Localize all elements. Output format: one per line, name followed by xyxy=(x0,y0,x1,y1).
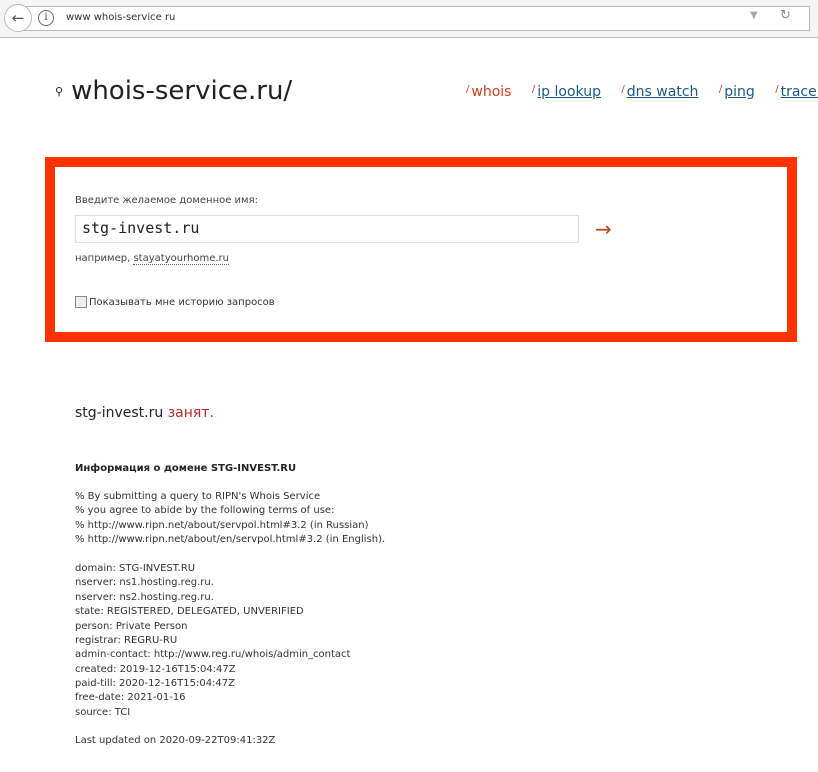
whois-output: % By submitting a query to RIPN's Whois … xyxy=(75,490,385,720)
whois-line: % http://www.ripn.net/about/en/servpol.h… xyxy=(75,534,386,546)
main-nav: / whois / ip lookup / dns watch / ping / trac… xyxy=(466,84,818,100)
browser-toolbar: ← i www whois-service ru ▼ ↻ xyxy=(0,0,818,38)
whois-line xyxy=(75,548,385,562)
whois-line: nserver: ns2.hosting.reg.ru. xyxy=(75,591,214,603)
whois-line: state: REGISTERED, DELEGATED, UNVERIFIED xyxy=(75,606,304,618)
whois-line: nserver: ns1.hosting.reg.ru. xyxy=(75,577,214,589)
info-icon[interactable]: i xyxy=(38,10,54,26)
submit-arrow-button[interactable]: → xyxy=(595,217,612,241)
whois-line: free-date: 2021-01-16 xyxy=(75,692,186,704)
logo-text: whois-service.ru/ xyxy=(71,76,293,106)
history-checkbox[interactable]: Показывать мне историю запросов xyxy=(75,296,275,308)
whois-line: % By submitting a query to RIPN's Whois … xyxy=(75,491,321,502)
whois-line: created: 2019-12-16T15:04:47Z xyxy=(75,663,236,675)
example-text: например, stayatyourhome.ru xyxy=(75,253,229,265)
domain-status: stg-invest.ru занят. xyxy=(75,405,214,421)
whois-line: registrar: REGRU-RU xyxy=(75,634,178,646)
reload-icon[interactable]: ↻ xyxy=(780,8,791,23)
whois-line: admin-contact: http://www.reg.ru/whois/a… xyxy=(75,649,351,661)
example-link[interactable]: stayatyourhome.ru xyxy=(133,253,229,265)
nav-ping[interactable]: ping xyxy=(724,84,755,100)
back-button[interactable]: ← xyxy=(4,4,32,32)
example-prefix: например, xyxy=(75,253,131,264)
nav-trace-route[interactable]: trace rou xyxy=(781,84,818,100)
status-domain: stg-invest.ru xyxy=(75,405,164,421)
whois-line: domain: STG-INVEST.RU xyxy=(75,562,196,574)
url-text[interactable]: www whois-service ru xyxy=(66,12,175,23)
whois-line: paid-till: 2020-12-16T15:04:47Z xyxy=(75,678,235,690)
checkbox[interactable] xyxy=(75,296,87,308)
whois-line: % you agree to abide by the following te… xyxy=(75,505,335,517)
status-busy: занят. xyxy=(167,405,214,421)
search-icon: ⚲ xyxy=(55,85,64,98)
nav-ip-lookup[interactable]: ip lookup xyxy=(537,84,601,100)
history-label: Показывать мне историю запросов xyxy=(89,296,275,308)
domain-input[interactable]: stg-invest.ru xyxy=(75,215,579,243)
whois-line: % http://www.ripn.net/about/servpol.html… xyxy=(75,519,369,531)
nav-dns-watch[interactable]: dns watch xyxy=(627,84,699,100)
whois-line: source: TCI xyxy=(75,706,131,718)
last-updated: Last updated on 2020-09-22T09:41:32Z xyxy=(75,735,276,746)
nav-whois[interactable]: whois xyxy=(471,84,511,100)
site-logo[interactable]: ⚲ whois-service.ru/ xyxy=(55,76,292,106)
dropdown-icon[interactable]: ▼ xyxy=(750,10,758,21)
whois-line: person: Private Person xyxy=(75,620,188,632)
search-form: Введите желаемое доменное имя: stg-inves… xyxy=(45,157,797,342)
info-heading: Информация о домене STG-INVEST.RU xyxy=(75,463,297,474)
domain-label: Введите желаемое доменное имя: xyxy=(75,195,258,206)
